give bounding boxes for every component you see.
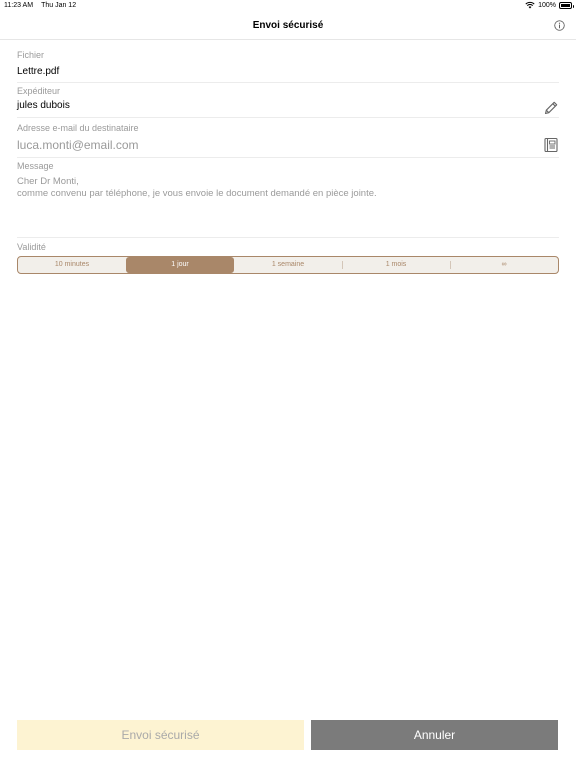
recipient-email-input[interactable]: luca.monti@email.com [17,138,559,152]
status-bar: 11:23 AM Thu Jan 12 100% [0,0,576,12]
validity-label: Validité [17,242,46,252]
status-time: 11:23 AM [4,2,34,9]
nav-bar: Envoi sécurisé [0,12,576,40]
validity-option-unlimited[interactable]: ∞ [450,257,558,273]
message-input[interactable]: Cher Dr Monti, comme convenu par télépho… [17,176,559,200]
page-title: Envoi sécurisé [252,20,324,31]
sender-field: Expéditeur jules dubois [17,86,559,118]
validity-option-1-week[interactable]: 1 semaine [234,257,342,273]
message-field[interactable]: Message Cher Dr Monti, comme convenu par… [17,161,559,238]
address-book-icon[interactable] [543,137,559,153]
battery-percent: 100% [538,1,556,9]
message-label: Message [17,161,54,171]
secure-send-button[interactable]: Envoi sécurisé [17,720,304,750]
status-date: Thu Jan 12 [41,2,77,9]
validity-option-1-day[interactable]: 1 jour [126,257,234,273]
sender-value: jules dubois [17,100,70,111]
wifi-icon [525,1,535,9]
file-field: Fichier Lettre.pdf [17,50,559,83]
file-label: Fichier [17,50,45,60]
recipient-field[interactable]: Adresse e-mail du destinataire luca.mont… [17,123,559,158]
validity-option-1-month[interactable]: 1 mois [342,257,450,273]
validity-segmented-control: 10 minutes 1 jour 1 semaine 1 mois ∞ [17,256,559,274]
pencil-icon[interactable] [543,100,559,116]
battery-icon [559,1,574,9]
status-right: 100% [525,1,574,9]
status-left: 11:23 AM Thu Jan 12 [4,2,76,9]
info-circle-icon[interactable] [554,20,565,31]
sender-label: Expéditeur [17,86,61,96]
validity-option-10-minutes[interactable]: 10 minutes [18,257,126,273]
file-value: Lettre.pdf [17,66,60,77]
cancel-button[interactable]: Annuler [311,720,558,750]
recipient-label: Adresse e-mail du destinataire [17,123,139,133]
